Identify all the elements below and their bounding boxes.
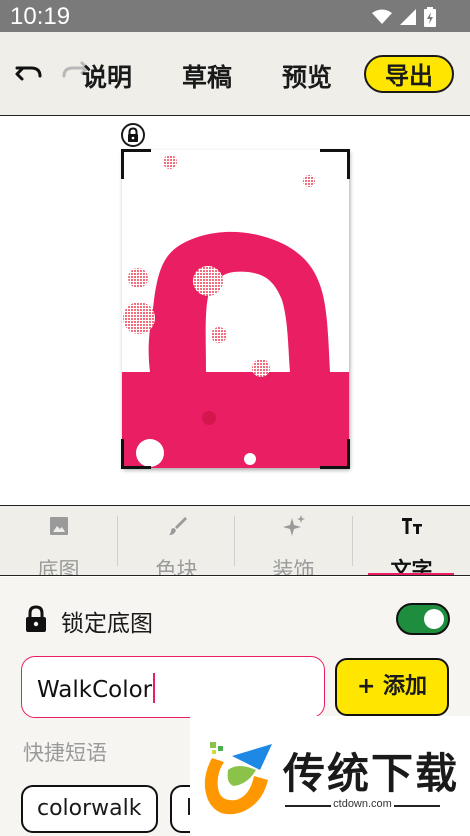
- canvas-area: [0, 117, 470, 505]
- add-text-button[interactable]: + 添加: [335, 658, 449, 716]
- selection-corner[interactable]: [121, 439, 151, 469]
- help-button[interactable]: 说明: [82, 58, 132, 94]
- battery-icon: [424, 7, 436, 27]
- arch-shape: [148, 231, 330, 372]
- lock-base-image-toggle[interactable]: [396, 603, 450, 635]
- selection-corner[interactable]: [320, 439, 350, 469]
- image-icon: [50, 517, 68, 535]
- status-time: 10:19: [10, 3, 71, 30]
- active-tab-indicator: [368, 573, 454, 575]
- text-cursor: [153, 673, 156, 703]
- preview-button[interactable]: 预览: [282, 58, 332, 94]
- selection-corner[interactable]: [121, 149, 151, 179]
- text-input-field[interactable]: WalkColor: [21, 656, 325, 718]
- text-input-value: WalkColor: [37, 677, 153, 703]
- sparkle-icon: [283, 515, 305, 536]
- lock-icon: [26, 605, 46, 632]
- tab-label: 装饰: [272, 558, 315, 576]
- watermark-title: 传统下载: [283, 749, 460, 798]
- tab-text[interactable]: 文字: [353, 506, 470, 575]
- signal-icon: [400, 9, 416, 25]
- quick-phrases-label: 快捷短语: [23, 741, 107, 765]
- watermark-rule: [394, 805, 440, 807]
- editor-tabs: 底图 色块 装饰 文字: [0, 505, 470, 576]
- watermark: 传统下载 ctdown.com: [190, 716, 470, 836]
- poster-artboard[interactable]: [122, 150, 349, 468]
- quick-phrase-chip[interactable]: colorwalk: [21, 785, 158, 833]
- text-icon: [402, 518, 422, 534]
- tab-color-block[interactable]: 色块: [118, 506, 235, 576]
- top-toolbar: 说明 草稿 预览 导出: [0, 32, 470, 116]
- lock-base-image-label: 锁定底图: [61, 611, 153, 637]
- tab-label: 底图: [37, 558, 80, 576]
- tab-label: 色块: [155, 558, 198, 576]
- export-button[interactable]: 导出: [364, 55, 454, 93]
- draft-button[interactable]: 草稿: [182, 58, 232, 94]
- toggle-knob: [424, 609, 444, 629]
- watermark-logo: [204, 742, 272, 815]
- wifi-icon: [372, 9, 392, 24]
- undo-icon[interactable]: [14, 58, 44, 88]
- canvas-lock-icon[interactable]: [121, 123, 145, 147]
- status-icons: [372, 7, 436, 27]
- brush-icon: [169, 517, 187, 535]
- tab-decoration[interactable]: 装饰: [235, 506, 352, 576]
- status-bar: 10:19: [0, 0, 470, 32]
- tab-base-image[interactable]: 底图: [0, 506, 117, 576]
- watermark-url: ctdown.com: [333, 798, 392, 810]
- selection-corner[interactable]: [320, 149, 350, 179]
